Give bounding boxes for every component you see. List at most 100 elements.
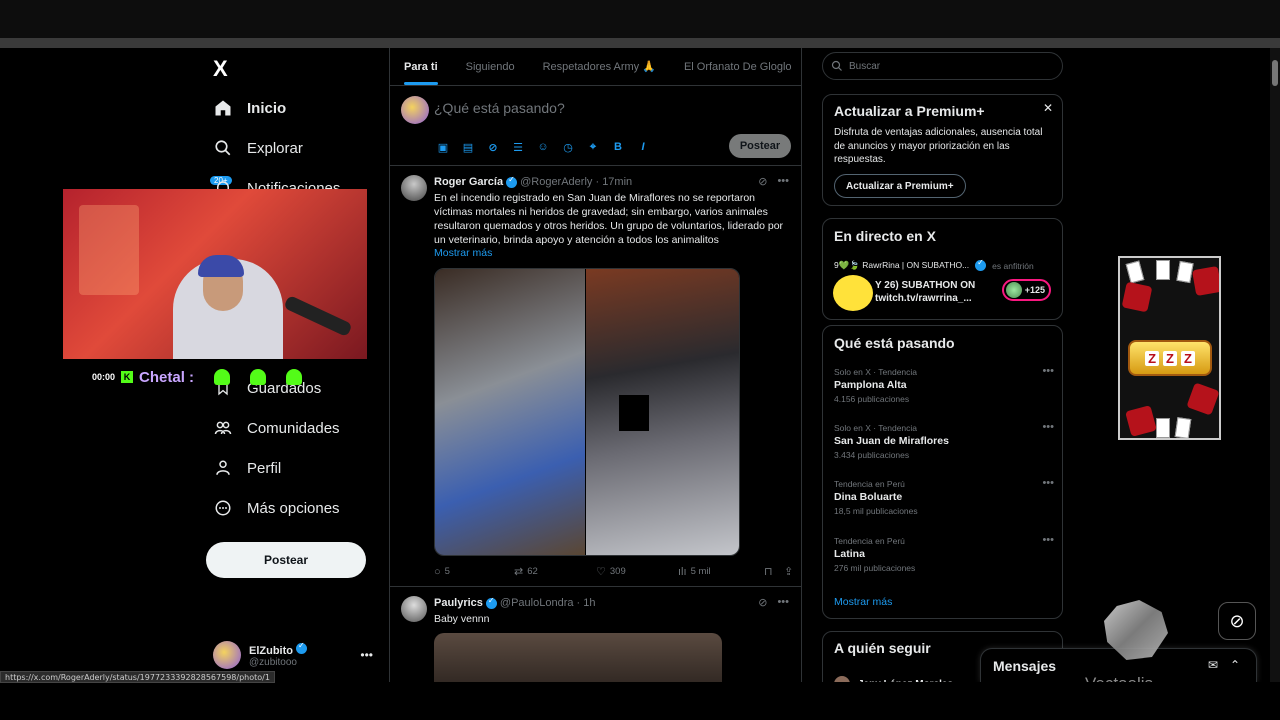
trend-context: Tendencia en Perú: [834, 479, 905, 489]
location-icon[interactable]: ⌖: [586, 140, 600, 154]
bottom-area: [0, 682, 1280, 720]
x-logo[interactable]: X: [213, 56, 228, 82]
grok-icon[interactable]: ⊘: [1218, 602, 1256, 640]
scrollbar[interactable]: [1270, 48, 1280, 682]
microphone: [283, 294, 353, 338]
trend-item[interactable]: Tendencia en Perú Latina 276 mil publica…: [834, 534, 1054, 573]
upgrade-premium-button[interactable]: Actualizar a Premium+: [834, 174, 966, 198]
post-button[interactable]: Postear: [206, 542, 366, 578]
more-icon[interactable]: •••: [360, 648, 373, 662]
heart-icon: ♡: [596, 566, 606, 578]
tweet-text: Baby vennn: [434, 613, 490, 625]
tab-respetadores-army[interactable]: Respetadores Army 🙏: [529, 48, 670, 85]
chevron-up-icon[interactable]: ⌃: [1230, 658, 1240, 672]
show-more-trends-link[interactable]: Mostrar más: [834, 596, 892, 608]
account-name-row: ElZubito: [249, 641, 310, 657]
close-icon[interactable]: ✕: [1043, 101, 1053, 115]
compose-post-button[interactable]: Postear: [729, 134, 791, 158]
more-icon[interactable]: •••: [1042, 421, 1054, 433]
search-input[interactable]: Buscar: [822, 52, 1063, 80]
like-button[interactable]: ♡ 309: [596, 565, 678, 578]
repost-button[interactable]: ⇄ 62: [514, 565, 596, 578]
trend-item[interactable]: Tendencia en Perú Dina Boluarte 18,5 mil…: [834, 477, 1054, 516]
scrollbar-thumb[interactable]: [1272, 60, 1278, 86]
avatar[interactable]: [401, 175, 427, 201]
bold-icon[interactable]: B: [611, 140, 625, 154]
views-button[interactable]: ılı 5 mil: [678, 565, 764, 578]
tab-el-orfanato[interactable]: El Orfanato De Gloglo: [670, 48, 801, 85]
schedule-icon[interactable]: ◷: [561, 140, 575, 154]
tab-siguiendo[interactable]: Siguiendo: [452, 48, 529, 85]
slot-reels: ZZZ: [1128, 340, 1212, 376]
search-placeholder: Buscar: [849, 60, 881, 72]
chat-time: 00:00: [92, 372, 116, 382]
gif-icon[interactable]: ▤: [461, 140, 475, 154]
compose-input[interactable]: ¿Qué está pasando?: [434, 100, 565, 116]
more-icon[interactable]: •••: [777, 596, 789, 609]
more-icon[interactable]: •••: [1042, 534, 1054, 546]
show-more-link[interactable]: Mostrar más: [434, 247, 492, 259]
trend-item[interactable]: Solo en X · Tendencia Pamplona Alta 4.15…: [834, 365, 1054, 404]
nav-item-mas-opciones[interactable]: Más opciones: [213, 493, 340, 523]
verified-icon: [506, 175, 518, 188]
account-name: ElZubito: [249, 644, 293, 657]
live-listeners-badge[interactable]: +125: [1001, 279, 1051, 301]
avatar: [401, 96, 429, 124]
tweet-top-icons: ⊘ •••: [758, 596, 789, 609]
image-icon[interactable]: ▣: [436, 140, 450, 154]
live-host-row[interactable]: 9💚🍃 RawrRina | ON SUBATHO... es anfitrió…: [834, 258, 1058, 271]
compose-toolbar: ▣ ▤ ⊘ ☰ ☺ ◷ ⌖ B I: [436, 140, 650, 154]
nav-item-explorar[interactable]: Explorar: [213, 133, 303, 163]
tweet-photo-left[interactable]: [435, 269, 585, 555]
reply-button[interactable]: ○ 5: [434, 565, 514, 578]
nav-label: Más opciones: [247, 499, 340, 517]
tweet-author-handle[interactable]: @PauloLondra: [500, 597, 574, 609]
dice: [1186, 382, 1219, 416]
live-stream-title[interactable]: Y 26) SUBATHON ON twitch.tv/rawrrina_...: [875, 279, 985, 305]
tweet-author-name[interactable]: Paulyrics: [434, 597, 483, 609]
playing-card: [1125, 260, 1145, 284]
trend-item[interactable]: Solo en X · Tendencia San Juan de Mirafl…: [834, 421, 1054, 460]
trend-count: 18,5 mil publicaciones: [834, 506, 918, 516]
tweet-author-name[interactable]: Roger García: [434, 176, 503, 188]
account-switcher[interactable]: ElZubito @zubitooo •••: [213, 638, 383, 672]
tweet-time[interactable]: · 17min: [595, 176, 632, 188]
more-icon[interactable]: •••: [1042, 365, 1054, 377]
nav-label: Explorar: [247, 139, 303, 157]
tab-para-ti[interactable]: Para ti: [390, 48, 452, 85]
bookmark-button[interactable]: ⊓: [764, 565, 784, 578]
tweet-photo-right[interactable]: [586, 269, 739, 555]
nav-item-comunidades[interactable]: Comunidades: [213, 413, 340, 443]
tweet[interactable]: Paulyrics @PauloLondra · 1h ⊘ ••• Baby v…: [390, 588, 801, 682]
grok-icon[interactable]: ⊘: [758, 596, 767, 609]
tweet-author-handle[interactable]: @RogerAderly: [520, 176, 592, 188]
avatar[interactable]: [401, 596, 427, 622]
who-to-follow-title: A quién seguir: [834, 640, 931, 656]
new-message-icon[interactable]: ✉: [1208, 658, 1218, 672]
like-count: 309: [609, 566, 626, 577]
nav-item-inicio[interactable]: Inicio: [213, 93, 286, 123]
kick-icon: K: [121, 371, 134, 383]
account-info: ElZubito @zubitooo: [249, 641, 310, 668]
home-icon: [213, 98, 233, 118]
more-icon[interactable]: •••: [1042, 477, 1054, 489]
emoji-icon[interactable]: ☺: [536, 140, 550, 154]
italic-icon[interactable]: I: [636, 140, 650, 154]
live-title: En directo en X: [834, 228, 936, 244]
poll-icon[interactable]: ☰: [511, 140, 525, 154]
chat-username: Chetal :: [139, 368, 195, 386]
communities-icon: [213, 418, 233, 438]
tweet[interactable]: Roger García @RogerAderly · 17min ⊘ ••• …: [390, 167, 801, 587]
nav-item-perfil[interactable]: Perfil: [213, 453, 281, 483]
grok-icon[interactable]: ⊘: [486, 140, 500, 154]
share-button[interactable]: ⇪: [784, 565, 793, 578]
ghost-emote-icon: [250, 369, 267, 385]
tweet-media[interactable]: [434, 633, 722, 682]
ghost-emote-icon: [286, 369, 303, 385]
tweet-time[interactable]: · 1h: [577, 597, 596, 609]
grok-icon[interactable]: ⊘: [758, 175, 767, 188]
more-icon[interactable]: •••: [777, 175, 789, 188]
tweet-actions: ○ 5 ⇄ 62 ♡ 309 ılı 5 mil ⊓ ⇪: [434, 565, 794, 579]
tweet-media[interactable]: [434, 268, 740, 556]
reply-count: 5: [444, 566, 450, 577]
